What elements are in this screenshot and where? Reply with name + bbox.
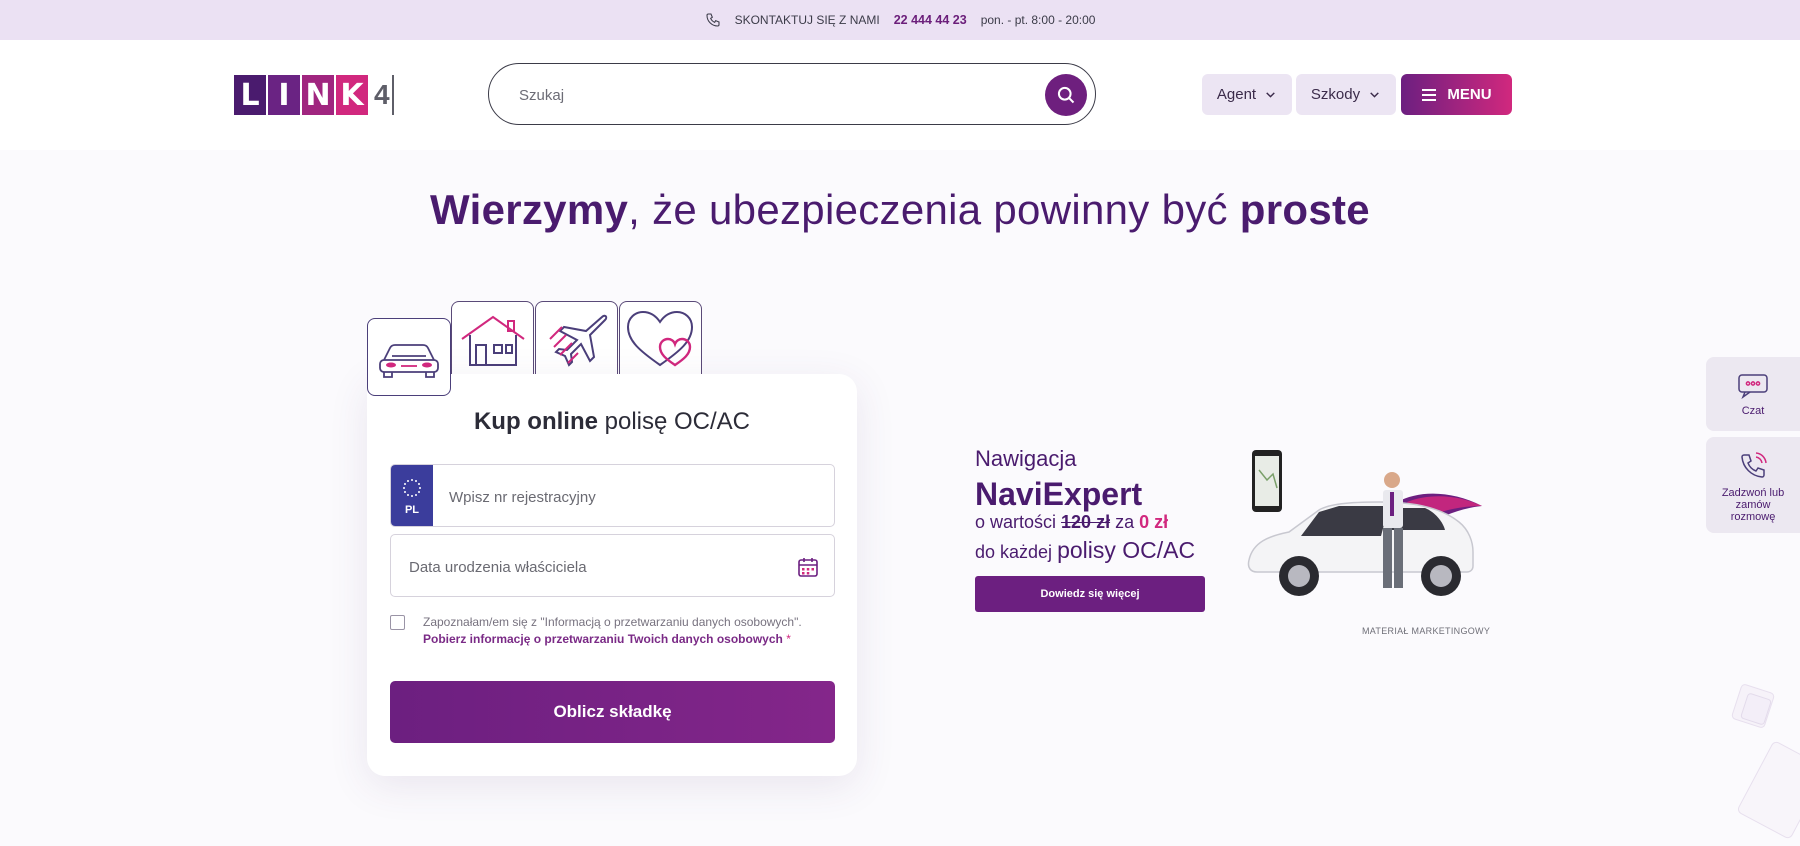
search-icon bbox=[1057, 86, 1075, 104]
country-code: PL bbox=[404, 503, 420, 516]
eu-stars-icon bbox=[403, 478, 421, 497]
promo-car-image bbox=[1247, 450, 1482, 596]
chevron-down-icon bbox=[1266, 92, 1275, 98]
logo-number: 4 bbox=[374, 75, 394, 115]
search-bar bbox=[488, 63, 1096, 125]
calendar-icon[interactable] bbox=[796, 555, 820, 579]
link4-logo[interactable]: L I N K 4 bbox=[234, 74, 394, 116]
agent-label: Agent bbox=[1216, 86, 1257, 103]
search-input[interactable] bbox=[519, 82, 999, 108]
car-icon bbox=[379, 344, 439, 378]
chat-bubble-icon bbox=[1738, 374, 1768, 399]
house-icon bbox=[460, 315, 525, 366]
registration-field: PL bbox=[390, 464, 835, 527]
promo-new-price: 0 zł bbox=[1139, 512, 1169, 532]
contact-bar: SKONTAKTUJ SIĘ Z NAMI 22 444 44 23 pon. … bbox=[0, 0, 1800, 40]
decorative-shapes bbox=[1731, 684, 1800, 839]
phone-icon bbox=[706, 13, 720, 27]
consent-text: Zapoznałam/em się z "Informacją o przetw… bbox=[423, 614, 828, 648]
required-marker: * bbox=[786, 632, 791, 646]
title-bold-1: Wierzymy bbox=[430, 186, 629, 233]
birthdate-field bbox=[390, 534, 835, 597]
phone-number-link[interactable]: 22 444 44 23 bbox=[894, 13, 967, 27]
learn-more-button[interactable]: Dowiedz się więcej bbox=[975, 576, 1205, 612]
page-title: Wierzymy, że ubezpieczenia powinny być p… bbox=[0, 186, 1800, 234]
contact-label: SKONTAKTUJ SIĘ Z NAMI bbox=[734, 13, 880, 27]
office-hours: pon. - pt. 8:00 - 20:00 bbox=[980, 13, 1096, 27]
promo-price-line: o wartości 120 zł za 0 zł bbox=[975, 512, 1168, 533]
menu-button[interactable]: MENU bbox=[1401, 74, 1512, 115]
quote-form-card: Kup online polisę OC/AC PL Zapoznałam/em… bbox=[367, 374, 857, 776]
heart-icon bbox=[626, 310, 693, 366]
consent-download-link[interactable]: Pobierz informację o przetwarzaniu Twoic… bbox=[423, 632, 783, 646]
header: L I N K 4 Agent Szkody MENU bbox=[0, 40, 1800, 150]
chat-widget[interactable]: Czat bbox=[1706, 357, 1800, 431]
promo-old-price: 120 zł bbox=[1061, 512, 1111, 532]
szkody-label: Szkody bbox=[1310, 86, 1361, 103]
form-title-rest: polisę OC/AC bbox=[597, 408, 751, 435]
promo-policy-big: polisy OC/AC bbox=[1057, 537, 1196, 563]
promo-line1: Nawigacja bbox=[975, 446, 1077, 471]
tab-travel-insurance[interactable] bbox=[535, 301, 618, 377]
chevron-down-icon bbox=[1370, 92, 1379, 98]
menu-label: MENU bbox=[1447, 86, 1492, 103]
consent-checkbox[interactable] bbox=[390, 615, 405, 630]
tab-life-insurance[interactable] bbox=[619, 301, 702, 377]
tab-home-insurance[interactable] bbox=[451, 301, 534, 377]
eu-plate-badge: PL bbox=[391, 465, 433, 526]
phone-call-icon bbox=[1741, 452, 1767, 478]
consent-static-text: Zapoznałam/em się z "Informacją o przetw… bbox=[423, 615, 802, 629]
promo-policy-line: do każdej polisy OC/AC bbox=[975, 537, 1195, 564]
tab-car-insurance[interactable] bbox=[367, 318, 451, 396]
marketing-note: MATERIAŁ MARKETINGOWY bbox=[1362, 626, 1491, 636]
hamburger-icon bbox=[1422, 88, 1437, 101]
search-button[interactable] bbox=[1045, 74, 1087, 116]
promo-headline: NaviExpert bbox=[975, 476, 1143, 512]
promo-policy-prefix: do każdej bbox=[975, 542, 1058, 562]
logo-letter: K bbox=[336, 75, 368, 115]
birthdate-input[interactable] bbox=[409, 555, 769, 579]
callback-label: Zadzwoń lub zamów rozmowę bbox=[1721, 487, 1785, 523]
szkody-dropdown[interactable]: Szkody bbox=[1296, 74, 1396, 115]
form-title: Kup online polisę OC/AC bbox=[367, 408, 857, 436]
title-bold-2: proste bbox=[1239, 186, 1370, 233]
form-title-bold: Kup online bbox=[473, 408, 598, 435]
title-middle: , że ubezpieczenia powinny być bbox=[628, 186, 1240, 233]
registration-input[interactable] bbox=[449, 485, 809, 509]
logo-letter: L bbox=[234, 75, 266, 115]
logo-letter: I bbox=[268, 75, 300, 115]
logo-letter: N bbox=[302, 75, 334, 115]
calculate-premium-button[interactable]: Oblicz składkę bbox=[390, 681, 835, 743]
callback-widget[interactable]: Zadzwoń lub zamów rozmowę bbox=[1706, 437, 1800, 533]
chat-label: Czat bbox=[1741, 405, 1765, 417]
promo-price-mid: za bbox=[1110, 512, 1140, 532]
agent-dropdown[interactable]: Agent bbox=[1202, 74, 1292, 115]
plane-icon bbox=[548, 314, 607, 367]
promo-price-prefix: o wartości bbox=[975, 512, 1062, 532]
promo-banner: Nawigacja NaviExpert o wartości 120 zł z… bbox=[975, 440, 1495, 640]
